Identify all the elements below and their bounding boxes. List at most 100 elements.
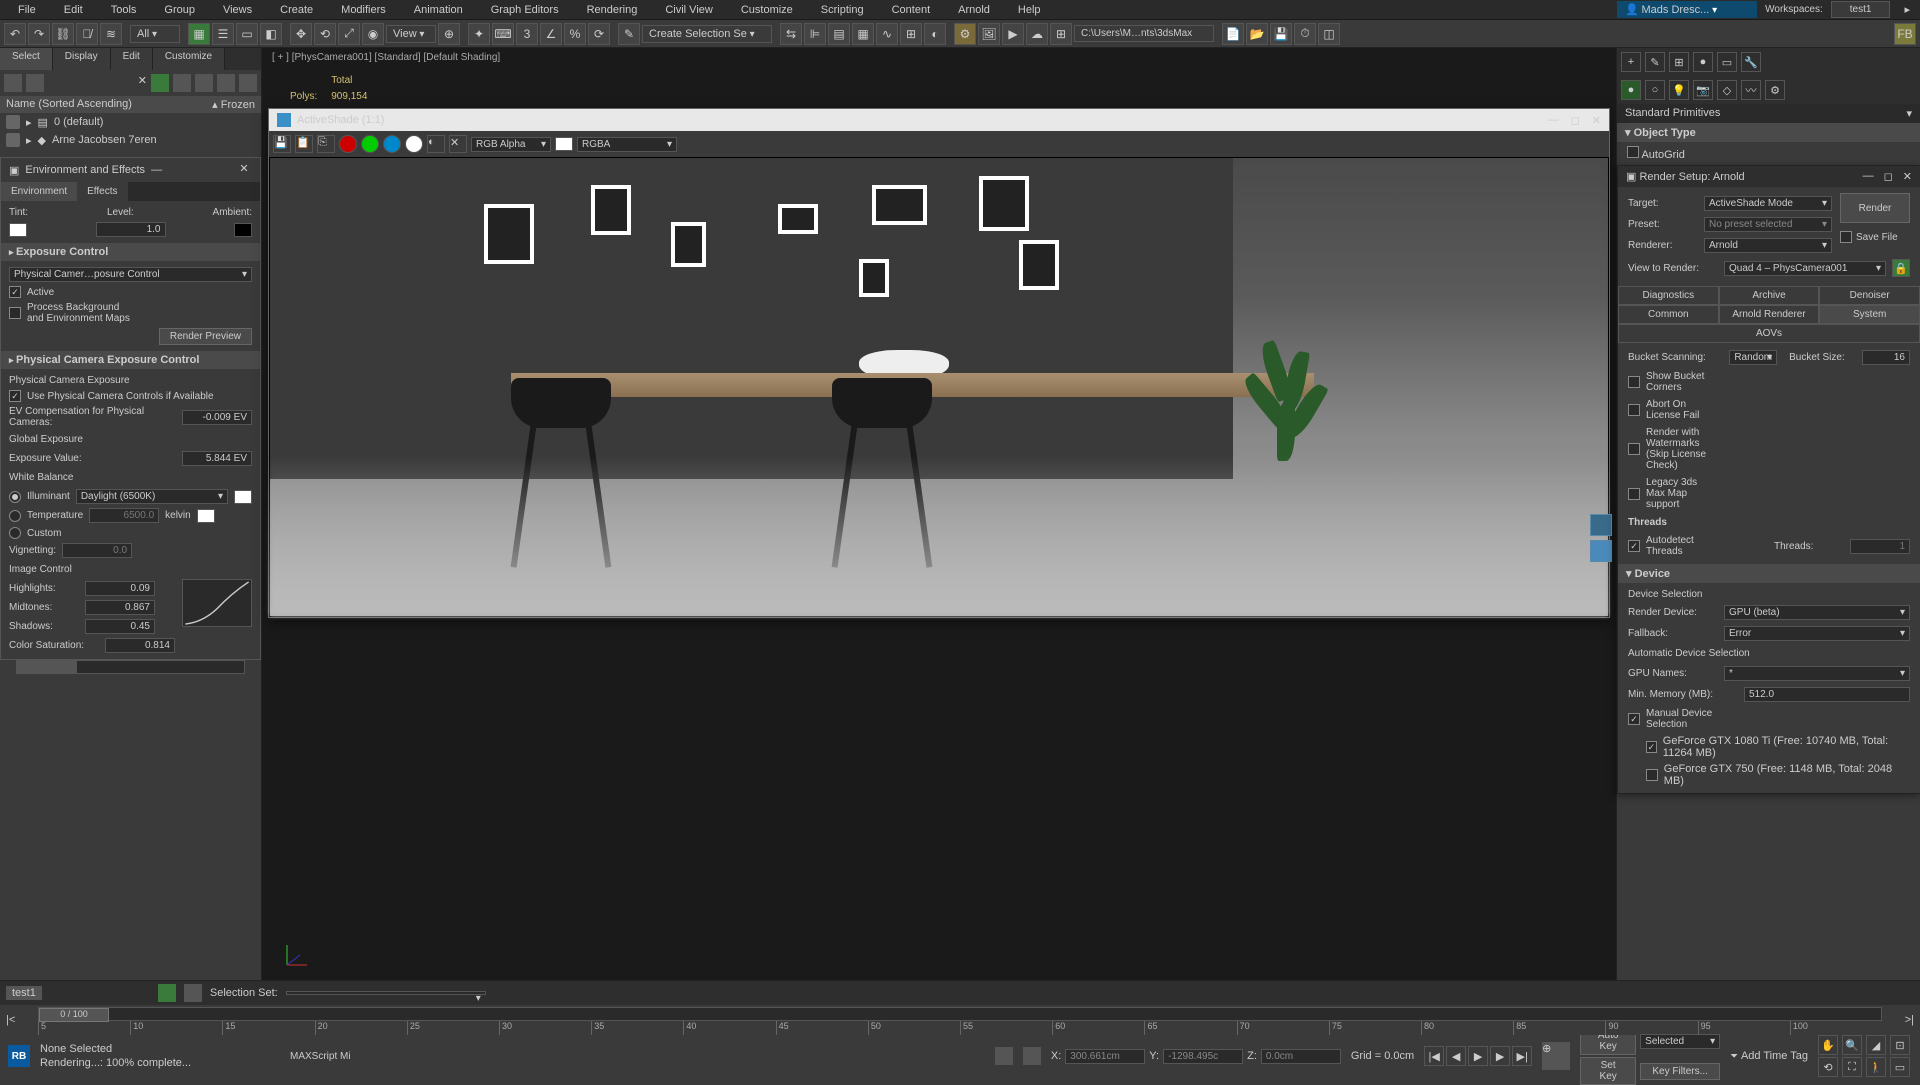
manipulate-button[interactable]: ✦ — [468, 23, 490, 45]
temp-swatch[interactable] — [197, 509, 215, 523]
viewport-button[interactable]: ◫ — [1318, 23, 1340, 45]
autosave-button[interactable]: ⏱ — [1294, 23, 1316, 45]
illuminant-dropdown[interactable]: Daylight (6500K) — [76, 489, 228, 504]
viewport-area[interactable]: [ + ] [PhysCamera001] [Standard] [Defaul… — [262, 48, 1616, 980]
visibility-icon[interactable] — [6, 115, 20, 129]
scene-item-layer0[interactable]: ▸ ▤ 0 (default) — [0, 113, 261, 131]
left-scrollbar[interactable] — [16, 660, 245, 674]
target-dropdown[interactable]: ActiveShade Mode — [1704, 196, 1832, 211]
ev-comp-spinner[interactable]: -0.009 EV — [182, 410, 252, 425]
temperature-radio[interactable] — [9, 510, 21, 522]
se-filter2-icon[interactable] — [151, 74, 169, 92]
curve-editor-button[interactable]: ∿ — [876, 23, 898, 45]
rsetup-close-icon[interactable]: ✕ — [1903, 170, 1912, 183]
rsetup-minimize-icon[interactable]: — — [1863, 170, 1874, 183]
env-minimize-icon[interactable]: — — [151, 164, 162, 176]
gpu2-checkbox[interactable] — [1646, 769, 1658, 781]
align-button[interactable]: ⊫ — [804, 23, 826, 45]
visibility-icon[interactable] — [6, 133, 20, 147]
rendered-frame-button[interactable]: 🖼 — [978, 23, 1000, 45]
use-phys-checkbox[interactable] — [9, 390, 21, 402]
scene-header-frozen[interactable]: ▴ Frozen — [212, 98, 255, 111]
motion-panel-icon[interactable]: ● — [1693, 52, 1713, 72]
timeline[interactable]: |< 0 / 100 >| 51015202530354045505560657… — [0, 1005, 1920, 1035]
zoom-button[interactable]: 🔍 — [1842, 1035, 1862, 1055]
link-button[interactable]: ⛓ — [52, 23, 74, 45]
utilities-panel-icon[interactable]: 🔧 — [1741, 52, 1761, 72]
ev-spinner[interactable]: 5.844 EV — [182, 451, 252, 466]
saturation-spinner[interactable]: 0.814 — [105, 638, 175, 653]
window-crossing-button[interactable]: ◧ — [260, 23, 282, 45]
spinner-snap-button[interactable]: ⟳ — [588, 23, 610, 45]
menu-create[interactable]: Create — [266, 4, 327, 16]
z-coord[interactable]: 0.0cm — [1261, 1049, 1341, 1064]
selset-dropdown[interactable] — [286, 991, 486, 995]
snap-button[interactable]: 3 — [516, 23, 538, 45]
rs-tab-common[interactable]: Common — [1618, 305, 1719, 324]
render-button[interactable]: ▶ — [1002, 23, 1024, 45]
rs-tab-archive[interactable]: Archive — [1719, 286, 1820, 305]
render-swatch[interactable] — [555, 137, 573, 151]
maxscript-listener[interactable]: MAXScript Mi — [290, 1051, 351, 1062]
render-clone-icon[interactable]: ⎘ — [317, 135, 335, 153]
zoom-region-button[interactable]: ▭ — [1890, 1057, 1910, 1077]
menu-file[interactable]: File — [4, 4, 50, 16]
bucket-size-spinner[interactable]: 16 — [1862, 350, 1910, 365]
user-account[interactable]: 👤 Mads Dresc... ▾ — [1617, 1, 1757, 18]
viewport-gizmo[interactable] — [282, 940, 312, 970]
display-panel-icon[interactable]: ▭ — [1717, 52, 1737, 72]
gpu1-checkbox[interactable] — [1646, 741, 1657, 753]
scene-item-object[interactable]: ▸ ◆ Arne Jacobsen 7eren — [0, 131, 261, 149]
render-preview-button[interactable]: Render Preview — [159, 328, 252, 345]
menu-arnold[interactable]: Arnold — [944, 4, 1004, 16]
preset-dropdown[interactable]: No preset selected — [1704, 217, 1832, 232]
menu-customize[interactable]: Customize — [727, 4, 807, 16]
abort-license-checkbox[interactable] — [1628, 404, 1640, 416]
illum-swatch[interactable] — [234, 490, 252, 504]
exposure-rollout[interactable]: Exposure Control — [1, 243, 260, 261]
lock-selection-icon[interactable] — [995, 1047, 1013, 1065]
bucket-scan-dropdown[interactable]: Random — [1729, 350, 1777, 365]
render-gallery-button[interactable]: ⊞ — [1050, 23, 1072, 45]
expand-icon[interactable]: ▸ — [26, 134, 32, 147]
physcam-exposure-rollout[interactable]: Physical Camera Exposure Control — [1, 351, 260, 369]
menu-edit[interactable]: Edit — [50, 4, 97, 16]
exposure-method-dropdown[interactable]: Physical Camer…posure Control — [9, 267, 252, 282]
orbit-button[interactable]: ⟲ — [1818, 1057, 1838, 1077]
render-close-icon[interactable]: ✕ — [1592, 114, 1601, 127]
highlights-spinner[interactable]: 0.09 — [85, 581, 155, 596]
view-lock-icon[interactable]: 🔒 — [1892, 259, 1910, 277]
scene-explorer-tab-display[interactable]: Display — [53, 48, 111, 70]
workspace-arrow[interactable]: ▸ — [1898, 3, 1916, 16]
lights-icon[interactable]: 💡 — [1669, 80, 1689, 100]
renderer-dropdown[interactable]: Arnold — [1704, 238, 1832, 253]
menu-modifiers[interactable]: Modifiers — [327, 4, 400, 16]
hierarchy-panel-icon[interactable]: ⊞ — [1669, 52, 1689, 72]
play-button[interactable]: ▶ — [1468, 1046, 1488, 1066]
watermark-checkbox[interactable] — [1628, 443, 1640, 455]
se-lock-icon[interactable] — [173, 74, 191, 92]
pan-button[interactable]: ✋ — [1818, 1035, 1838, 1055]
time-config-button[interactable]: ⊕ — [1542, 1042, 1570, 1070]
viewport-label[interactable]: [ + ] [PhysCamera001] [Standard] [Defaul… — [272, 52, 500, 63]
illuminant-radio[interactable] — [9, 491, 21, 503]
render-red-icon[interactable] — [339, 135, 357, 153]
tint-swatch[interactable] — [9, 223, 27, 237]
gpu-names-input[interactable]: * — [1724, 666, 1910, 681]
custom-radio[interactable] — [9, 527, 21, 539]
shapes-icon[interactable]: ○ — [1645, 80, 1665, 100]
material-editor-button[interactable]: ◐ — [924, 23, 946, 45]
rs-tab-arnold[interactable]: Arnold Renderer — [1719, 305, 1820, 324]
percent-snap-button[interactable]: % — [564, 23, 586, 45]
save-button[interactable]: 💾 — [1270, 23, 1292, 45]
view-dropdown[interactable]: Quad 4 – PhysCamera001 — [1724, 261, 1886, 276]
setkey-button[interactable]: Set Key — [1580, 1057, 1636, 1085]
selection-filter[interactable]: All ▾ — [130, 25, 180, 43]
rs-tab-diagnostics[interactable]: Diagnostics — [1618, 286, 1719, 305]
toggle-ribbon-button[interactable]: ▦ — [852, 23, 874, 45]
render-clear-icon[interactable]: ✕ — [449, 135, 467, 153]
scene-explorer-tab-edit[interactable]: Edit — [111, 48, 153, 70]
show-corners-checkbox[interactable] — [1628, 376, 1640, 388]
select-name-button[interactable]: ☰ — [212, 23, 234, 45]
env-tab-effects[interactable]: Effects — [77, 182, 127, 201]
